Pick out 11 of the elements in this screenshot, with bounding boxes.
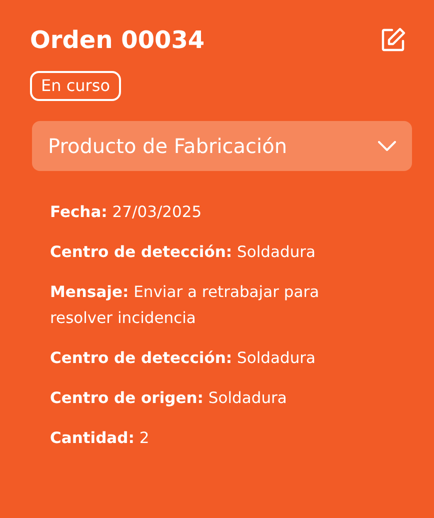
status-badge: En curso [30,70,121,101]
product-dropdown[interactable]: Producto de Fabricación [32,120,412,171]
detail-line: Fecha: 27/03/2025 [50,202,203,223]
chevron-down-icon [378,140,396,151]
edit-icon[interactable] [380,27,406,54]
detail-line: Centro de detección: Soldadura [50,242,317,263]
detail-line: Cantidad: 2 [50,428,150,449]
detail-line: Mensaje: Enviar a retrabajar para resolver incidencia [50,282,320,329]
detail-line: Centro de detección: Soldadura [50,348,317,369]
detail-line: Centro de origen: Soldadura [50,388,288,409]
order-title: Orden 00034 [30,26,205,55]
